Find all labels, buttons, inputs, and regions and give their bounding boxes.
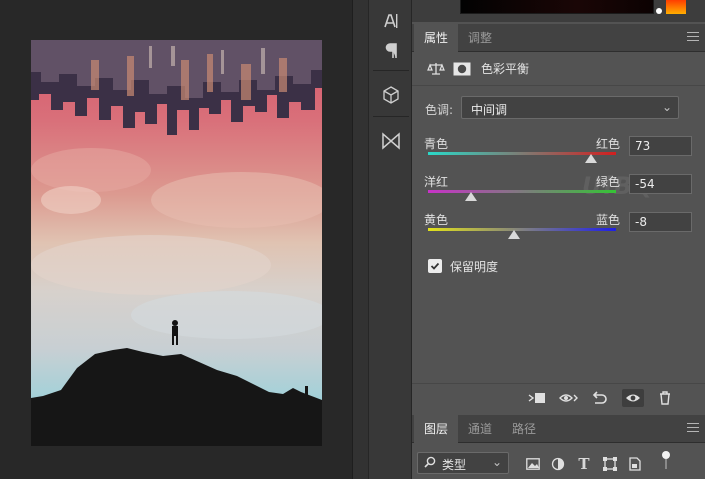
color-picker-handle[interactable]	[656, 8, 662, 14]
collapsed-panel-strip	[368, 0, 412, 479]
color-field[interactable]	[460, 0, 654, 14]
foreground-color-swatch[interactable]	[666, 0, 686, 14]
slider-right-label: 蓝色	[596, 213, 621, 227]
slider-thumb[interactable]	[508, 230, 521, 239]
paragraph-icon[interactable]	[369, 36, 413, 66]
properties-bowtie-icon[interactable]	[369, 126, 413, 156]
slider-left-label: 青色	[424, 137, 449, 151]
balance-scale-icon	[426, 60, 446, 78]
chevron-down-icon: ⌄	[661, 100, 672, 114]
slider-yellow-blue: 黄色 蓝色 -8	[424, 211, 694, 249]
strip-separator	[373, 70, 409, 71]
panel-menu-icon[interactable]	[687, 423, 699, 435]
color-picker-panel	[412, 0, 705, 22]
document-canvas[interactable]	[0, 0, 352, 479]
tab-channels[interactable]: 通道	[458, 415, 502, 443]
3d-cube-icon[interactable]	[369, 80, 413, 110]
slider-cyan-red: 青色 红色 73	[424, 135, 694, 173]
search-icon	[424, 456, 436, 471]
layer-mask-icon[interactable]	[452, 60, 472, 78]
preserve-luminosity-checkbox[interactable]	[428, 259, 442, 273]
layers-tabbar: 图层 通道 路径	[412, 415, 705, 443]
chevron-down-icon: ⌄	[491, 455, 502, 469]
character-icon[interactable]	[369, 6, 413, 36]
artwork-image	[31, 40, 322, 446]
tone-dropdown-value: 中间调	[471, 103, 508, 117]
clip-to-layer-icon[interactable]	[526, 389, 548, 407]
panel-divider[interactable]	[352, 0, 368, 479]
pixel-layer-filter-icon[interactable]	[525, 456, 541, 472]
visibility-eye-icon[interactable]	[622, 389, 644, 407]
properties-tabbar: 属性 调整	[412, 24, 705, 52]
tab-paths[interactable]: 路径	[502, 415, 546, 443]
properties-footer	[412, 383, 705, 411]
slider-right-label: 绿色	[596, 175, 621, 189]
tone-label: 色调:	[425, 103, 454, 117]
properties-header: 色彩平衡	[412, 50, 705, 86]
slider-value-input[interactable]: 73	[629, 136, 692, 156]
filter-kind-dropdown[interactable]: 类型 ⌄	[417, 452, 509, 474]
tone-dropdown[interactable]: 中间调 ⌄	[461, 96, 679, 119]
reset-icon[interactable]	[588, 389, 610, 407]
tab-properties[interactable]: 属性	[414, 24, 459, 52]
adjustment-layer-filter-icon[interactable]	[550, 456, 566, 472]
trash-icon[interactable]	[654, 389, 676, 407]
slider-track[interactable]	[428, 190, 616, 193]
smart-object-filter-icon[interactable]	[627, 456, 643, 472]
slider-thumb[interactable]	[584, 154, 597, 163]
adjustment-title: 色彩平衡	[481, 62, 530, 76]
slider-left-label: 黄色	[424, 213, 449, 227]
type-layer-filter-icon[interactable]: T	[576, 455, 592, 473]
slider-track[interactable]	[428, 228, 616, 231]
preserve-luminosity-label: 保留明度	[450, 260, 499, 274]
tab-adjustments[interactable]: 调整	[458, 24, 502, 52]
filter-toggle-icon[interactable]	[658, 451, 674, 469]
slider-left-label: 洋红	[424, 175, 449, 189]
slider-right-label: 红色	[596, 137, 621, 151]
slider-value-input[interactable]: -8	[629, 212, 692, 232]
filter-kind-value: 类型	[442, 458, 467, 472]
view-previous-icon[interactable]	[558, 389, 580, 407]
slider-thumb[interactable]	[465, 192, 478, 201]
layer-filter-bar: 类型 ⌄ T	[412, 444, 705, 479]
tab-layers[interactable]: 图层	[414, 415, 459, 443]
shape-layer-filter-icon[interactable]	[602, 456, 618, 472]
slider-value-input[interactable]: -54	[629, 174, 692, 194]
slider-magenta-green: 洋红 绿色 -54	[424, 173, 694, 211]
strip-separator	[373, 116, 409, 117]
panel-menu-icon[interactable]	[687, 32, 699, 44]
right-panel: 属性 调整 色彩平衡 色调: 中间调 ⌄ UiBQ 青色 红色 73 洋红 绿色…	[412, 0, 705, 479]
